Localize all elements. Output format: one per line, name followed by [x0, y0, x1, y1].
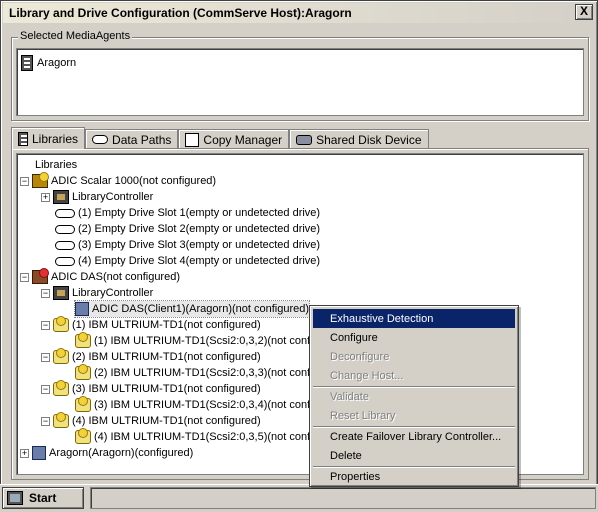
collapse-icon[interactable]: − — [41, 320, 50, 330]
start-button[interactable]: Start — [2, 487, 84, 509]
collapse-icon[interactable]: − — [41, 384, 50, 394]
controller-icon — [53, 286, 69, 300]
mediaagent-item[interactable]: Aragorn — [21, 55, 76, 71]
tab-label: Data Paths — [112, 132, 172, 147]
mediaagents-list[interactable]: Aragorn — [16, 48, 584, 116]
tab-label: Shared Disk Device — [316, 132, 422, 147]
tree-node-drive-path[interactable]: (3) IBM ULTRIUM-TD1(Scsi2:0,3,4)(not con… — [75, 396, 313, 413]
tree-node-controller[interactable]: − LibraryController — [41, 285, 153, 301]
start-label: Start — [29, 491, 57, 505]
drive-icon — [53, 412, 69, 428]
menu-item-reset-library: Reset Library — [330, 409, 396, 422]
empty-drive-icon — [55, 240, 75, 250]
drive-icon — [53, 316, 69, 332]
expand-icon[interactable]: + — [41, 192, 50, 202]
library-icon — [32, 172, 49, 188]
tree-node-drive[interactable]: − (1) IBM ULTRIUM-TD1(not configured) — [41, 316, 261, 333]
tree-node-drive[interactable]: − (3) IBM ULTRIUM-TD1(not configured) — [41, 380, 261, 397]
menu-item-validate: Validate — [330, 390, 369, 403]
collapse-icon[interactable]: − — [41, 352, 50, 362]
tree-node-controller[interactable]: + LibraryController — [41, 189, 153, 205]
tree-node-drive-path[interactable]: (4) IBM ULTRIUM-TD1(Scsi2:0,3,5)(not con… — [75, 428, 313, 445]
tree-node-drive-slot[interactable]: (3) Empty Drive Slot 3(empty or undetect… — [55, 237, 320, 253]
drive-icon — [75, 364, 91, 380]
tree-node-controller-host[interactable]: ADIC DAS(Client1)(Aragorn)(not configure… — [73, 300, 311, 318]
selected-mediaagents-group: Selected MediaAgents Aragorn — [11, 30, 589, 121]
server-icon — [21, 55, 33, 71]
menu-item-deconfigure: Deconfigure — [330, 350, 390, 363]
tab-label: Copy Manager — [203, 132, 283, 147]
drive-icon — [75, 428, 91, 444]
tab-libraries[interactable]: Libraries — [11, 127, 86, 149]
tree-node-drive-path[interactable]: (2) IBM ULTRIUM-TD1(Scsi2:0,3,3)(not con… — [75, 364, 313, 381]
libraries-icon — [18, 131, 28, 146]
menu-item-configure[interactable]: Configure — [313, 328, 515, 347]
empty-drive-icon — [55, 224, 75, 234]
drive-icon — [75, 332, 91, 348]
tree-node-drive[interactable]: − (4) IBM ULTRIUM-TD1(not configured) — [41, 412, 261, 429]
tab-shared-disk-device[interactable]: Shared Disk Device — [289, 129, 429, 149]
controller-host-icon — [75, 302, 89, 316]
tree-node-drive-path[interactable]: (1) IBM ULTRIUM-TD1(Scsi2:0,3,2)(not con… — [75, 332, 313, 349]
library-drive-config-window: Library and Drive Configuration (CommSer… — [0, 0, 598, 512]
collapse-icon[interactable]: − — [20, 176, 29, 186]
collapse-icon[interactable]: − — [20, 272, 29, 282]
tab-label: Libraries — [32, 131, 79, 146]
menu-item-create-failover[interactable]: Create Failover Library Controller... — [313, 427, 515, 446]
menu-item-change-host: Change Host... — [330, 369, 404, 382]
tree-node-drive-slot[interactable]: (2) Empty Drive Slot 2(empty or undetect… — [55, 221, 320, 237]
collapse-icon[interactable]: − — [41, 416, 50, 426]
expand-icon[interactable]: + — [20, 448, 29, 458]
empty-drive-icon — [55, 208, 75, 218]
controller-icon — [53, 190, 69, 204]
menu-item-exhaustive-detection[interactable]: Exhaustive Detection — [313, 309, 515, 328]
taskbar-strip — [90, 487, 596, 509]
menu-item-properties[interactable]: Properties — [313, 467, 515, 486]
drive-icon — [53, 348, 69, 364]
collapse-icon[interactable]: − — [41, 288, 50, 298]
tree-node-mediaagent[interactable]: + Aragorn(Aragorn)(configured) — [20, 445, 193, 461]
tree-node-drive-slot[interactable]: (1) Empty Drive Slot 1(empty or undetect… — [55, 205, 320, 221]
menu-item-delete[interactable]: Delete — [313, 446, 515, 465]
tab-data-paths[interactable]: Data Paths — [85, 129, 179, 149]
tab-strip: Libraries Data Paths Copy Manager Shared… — [11, 127, 429, 149]
tab-copy-manager[interactable]: Copy Manager — [178, 129, 290, 149]
mediaagent-label: Aragorn — [37, 57, 77, 69]
tree-node-drive[interactable]: − (2) IBM ULTRIUM-TD1(not configured) — [41, 348, 261, 365]
start-icon — [7, 491, 23, 505]
tree-root[interactable]: Libraries — [35, 157, 77, 173]
copy-icon — [185, 132, 200, 147]
window-title: Library and Drive Configuration (CommSer… — [9, 6, 352, 20]
drive-icon — [75, 396, 91, 412]
disk-icon — [296, 134, 313, 145]
tape-icon — [92, 135, 109, 144]
close-button[interactable]: X — [575, 4, 593, 20]
taskbar: Start — [0, 484, 598, 512]
tree-node-drive-slot[interactable]: (4) Empty Drive Slot 4(empty or undetect… — [55, 253, 320, 269]
empty-drive-icon — [55, 256, 75, 266]
title-bar: Library and Drive Configuration (CommSer… — [3, 3, 595, 23]
tree-node-library[interactable]: − ADIC DAS(not configured) — [20, 268, 180, 285]
drive-icon — [53, 380, 69, 396]
library-error-icon — [32, 268, 49, 284]
tree-node-library[interactable]: − ADIC Scalar 1000(not configured) — [20, 172, 216, 189]
group-label: Selected MediaAgents — [18, 30, 133, 42]
mediaagent-icon — [32, 446, 46, 460]
context-menu: Exhaustive Detection Configure Deconfigu… — [309, 305, 519, 487]
